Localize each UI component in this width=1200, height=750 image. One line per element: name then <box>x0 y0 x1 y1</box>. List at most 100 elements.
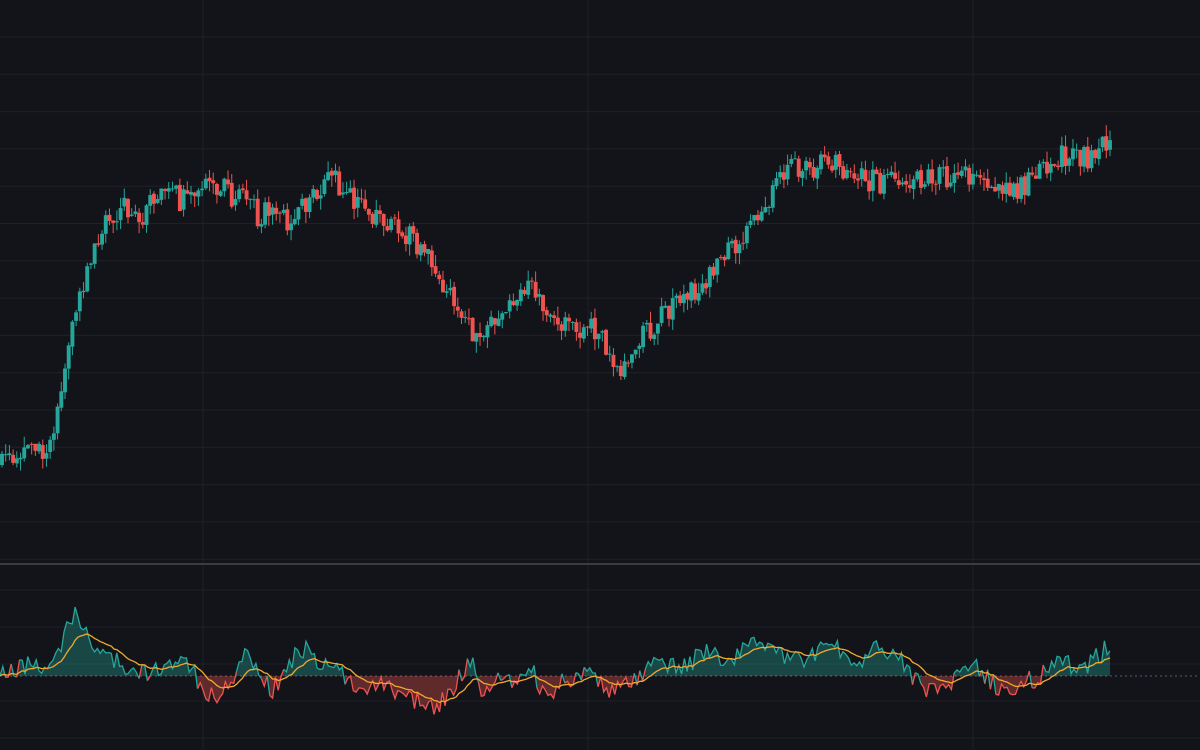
candle-body[interactable] <box>11 454 16 463</box>
candle-body[interactable] <box>844 169 849 179</box>
candle-body[interactable] <box>70 321 75 347</box>
candle-body[interactable] <box>644 322 649 325</box>
candle-body[interactable] <box>189 191 193 195</box>
candle-body[interactable] <box>363 199 368 209</box>
candle-body[interactable] <box>837 154 842 167</box>
candle-body[interactable] <box>637 345 642 349</box>
candle-body[interactable] <box>704 283 709 289</box>
candle-body[interactable] <box>315 190 319 199</box>
trading-chart[interactable] <box>0 0 1200 750</box>
candle-body[interactable] <box>930 169 935 184</box>
candle-body[interactable] <box>285 209 290 231</box>
candle-body[interactable] <box>174 185 179 189</box>
candle-body[interactable] <box>229 182 234 207</box>
candle-body[interactable] <box>863 169 868 182</box>
candle-body[interactable] <box>333 170 338 175</box>
candle-body[interactable] <box>1067 158 1072 166</box>
candle-body[interactable] <box>867 180 872 192</box>
candle-body[interactable] <box>92 243 97 264</box>
candle-body[interactable] <box>959 170 964 176</box>
candle-body[interactable] <box>718 257 723 259</box>
candle-body[interactable] <box>337 171 342 196</box>
candle-body[interactable] <box>133 211 138 214</box>
candle-body[interactable] <box>655 323 660 334</box>
candle-body[interactable] <box>126 198 130 218</box>
candle-body[interactable] <box>311 189 316 198</box>
candle-body[interactable] <box>218 191 223 196</box>
candle-body[interactable] <box>700 283 705 293</box>
candle-body[interactable] <box>804 160 809 171</box>
candle-body[interactable] <box>900 182 905 185</box>
candle-body[interactable] <box>878 172 883 194</box>
candle-body[interactable] <box>344 192 349 194</box>
candle-body[interactable] <box>281 209 286 213</box>
candle-body[interactable] <box>615 366 620 368</box>
candle-body[interactable] <box>22 447 27 459</box>
candle-body[interactable] <box>937 167 942 184</box>
candle-body[interactable] <box>181 189 186 210</box>
candle-body[interactable] <box>29 443 34 445</box>
candle-body[interactable] <box>870 169 875 191</box>
candle-body[interactable] <box>55 406 60 434</box>
candle-body[interactable] <box>711 266 716 276</box>
candle-body[interactable] <box>500 313 505 320</box>
candle-body[interactable] <box>211 180 216 184</box>
candle-body[interactable] <box>1052 164 1057 166</box>
candle-body[interactable] <box>129 214 134 216</box>
candle-body[interactable] <box>81 290 86 293</box>
candle-body[interactable] <box>289 223 293 231</box>
candle-body[interactable] <box>329 170 334 176</box>
candle-body[interactable] <box>789 158 794 164</box>
candle-body[interactable] <box>237 189 242 200</box>
candle-body[interactable] <box>993 186 998 192</box>
candle-body[interactable] <box>492 318 497 325</box>
candle-body[interactable] <box>422 244 427 253</box>
candle-body[interactable] <box>607 353 612 355</box>
candle-body[interactable] <box>429 250 434 268</box>
candle-body[interactable] <box>396 219 401 234</box>
candle-body[interactable] <box>159 188 164 200</box>
candle-body[interactable] <box>974 174 979 176</box>
candle-body[interactable] <box>744 225 749 244</box>
candle-body[interactable] <box>177 184 182 212</box>
candle-body[interactable] <box>733 239 738 254</box>
candle-body[interactable] <box>144 205 149 225</box>
candle-body[interactable] <box>1033 175 1038 179</box>
candle-body[interactable] <box>48 439 53 452</box>
candle-body[interactable] <box>748 220 753 225</box>
candle-body[interactable] <box>300 198 305 206</box>
candle-body[interactable] <box>648 322 653 339</box>
candle-body[interactable] <box>114 221 119 223</box>
candle-body[interactable] <box>370 213 375 224</box>
candle-body[interactable] <box>915 171 920 180</box>
candle-body[interactable] <box>763 207 768 213</box>
candle-body[interactable] <box>537 294 542 297</box>
candle-body[interactable] <box>574 322 579 332</box>
candle-body[interactable] <box>592 317 597 340</box>
candle-body[interactable] <box>730 240 734 244</box>
candle-body[interactable] <box>874 169 879 175</box>
candle-body[interactable] <box>611 354 616 367</box>
candle-body[interactable] <box>852 173 857 179</box>
candle-body[interactable] <box>963 166 968 171</box>
candle-body[interactable] <box>548 314 553 317</box>
candle-body[interactable] <box>214 184 219 195</box>
candle-body[interactable] <box>37 443 42 452</box>
candle-body[interactable] <box>1085 146 1090 169</box>
candle-body[interactable] <box>793 158 797 160</box>
candle-body[interactable] <box>270 207 275 215</box>
candle-body[interactable] <box>585 326 590 328</box>
candle-body[interactable] <box>448 288 453 291</box>
candle-body[interactable] <box>889 171 894 175</box>
candle-body[interactable] <box>504 312 508 314</box>
candle-body[interactable] <box>1048 163 1053 173</box>
candle-body[interactable] <box>689 282 694 301</box>
candle-body[interactable] <box>359 198 364 200</box>
candle-body[interactable] <box>911 179 916 190</box>
candle-body[interactable] <box>904 181 909 185</box>
candle-body[interactable] <box>618 365 623 377</box>
candle-body[interactable] <box>355 196 360 208</box>
candle-body[interactable] <box>552 315 557 319</box>
candle-body[interactable] <box>366 209 371 215</box>
candle-body[interactable] <box>1104 136 1109 151</box>
